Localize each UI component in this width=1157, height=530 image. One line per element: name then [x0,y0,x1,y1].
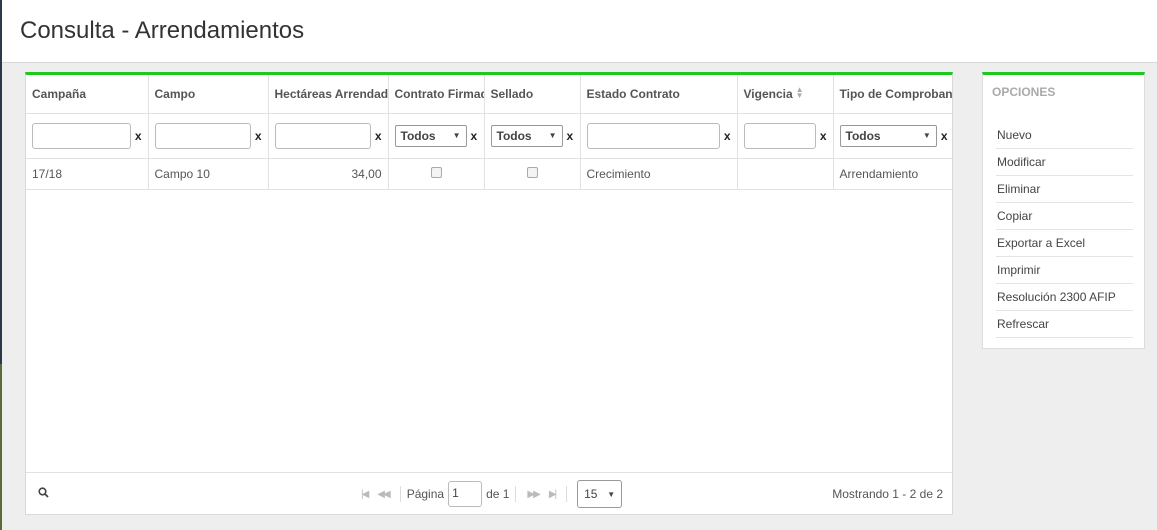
data-grid: Campaña Campo Hectáreas Arrendadas Contr… [25,72,953,515]
col-header-sellado[interactable]: Sellado [484,75,581,114]
col-header-label: Tipo de Comprobante [839,86,953,101]
clear-filter-button[interactable]: x [820,129,827,143]
col-header-label: Vigencia [743,86,793,101]
col-header-campania[interactable]: Campaña [26,75,149,114]
chevron-down-icon: ▼ [607,489,616,499]
col-header-tipo-comprobante[interactable]: Tipo de Comprobante [833,75,953,114]
search-icon[interactable] [38,487,49,501]
cell-vigencia [737,158,834,190]
first-page-icon[interactable]: |◀ [361,489,369,500]
cell-sellado [484,158,581,190]
prev-page-icon[interactable]: ◀◀ [377,489,390,500]
filter-sellado-select[interactable]: Todos ▼ [490,124,563,147]
sort-icon: ▲ ▼ [795,84,804,100]
last-page-icon[interactable]: ▶| [549,489,557,500]
table-row[interactable]: 17/18 Campo 10 34,00 Crecimiento Arrenda… [26,158,952,190]
clear-filter-button[interactable]: x [135,129,142,143]
chevron-down-icon: ▼ [452,131,461,140]
cell-hectareas: 34,00 [268,158,389,190]
col-header-label: Hectáreas Arrendadas [274,86,388,101]
option-exportar-excel[interactable]: Exportar a Excel [996,231,1133,257]
option-refrescar[interactable]: Refrescar [996,312,1133,338]
page-size-select[interactable]: 15 ▼ [577,480,623,508]
option-nuevo[interactable]: Nuevo [996,123,1133,149]
page-number-input[interactable]: 1 [448,481,483,507]
options-list: Nuevo Modificar Eliminar Copiar Exportar… [996,123,1133,339]
option-imprimir[interactable]: Imprimir [996,258,1133,284]
cell-estado: Crecimiento [580,158,738,190]
filter-tipo-comprobante-select[interactable]: Todos ▼ [839,124,937,147]
cell-campo: Campo 10 [148,158,269,190]
filter-contrato-firmado-select[interactable]: Todos ▼ [394,124,467,147]
cell-campania: 17/18 [26,158,149,190]
chevron-down-icon: ▼ [922,131,931,140]
page-label: Página [406,487,445,501]
option-resolucion-afip[interactable]: Resolución 2300 AFIP [996,285,1133,311]
col-header-estado[interactable]: Estado Contrato [580,75,738,114]
col-header-label: Contrato Firmado [394,86,484,101]
header-row: Campaña Campo Hectáreas Arrendadas Contr… [26,75,953,114]
cell-contrato-firmado [388,158,485,190]
pager: |◀ ◀◀ Página 1 de 1 ▶▶ ▶| 15 ▼ [356,480,623,508]
checkbox[interactable] [526,166,538,178]
chevron-down-icon: ▼ [548,131,557,140]
checkbox[interactable] [430,166,442,178]
filter-campania-input[interactable] [32,122,131,149]
filter-row: x x x Todos ▼ x Todos ▼ x x x Todos ▼ x [26,113,952,159]
clear-filter-button[interactable]: x [567,129,574,143]
col-header-label: Campo [154,86,196,101]
col-header-campo[interactable]: Campo [148,75,269,114]
option-modificar[interactable]: Modificar [996,150,1133,176]
select-value: 15 [584,487,598,501]
clear-filter-button[interactable]: x [941,129,948,143]
clear-filter-button[interactable]: x [375,129,382,143]
select-value: Todos [845,128,881,143]
filter-vigencia-input[interactable] [743,122,816,149]
col-header-contrato-firmado[interactable]: Contrato Firmado [388,75,485,114]
option-eliminar[interactable]: Eliminar [996,177,1133,203]
col-header-label: Estado Contrato [586,86,680,101]
clear-filter-button[interactable]: x [471,129,478,143]
grid-body[interactable]: Campaña Campo Hectáreas Arrendadas Contr… [26,75,952,473]
col-header-label: Sellado [490,86,534,101]
pager-divider [515,486,517,502]
page-header: Consulta - Arrendamientos [2,0,1157,63]
options-panel: OPCIONES Nuevo Modificar Eliminar Copiar… [982,72,1145,349]
options-title: OPCIONES [992,85,1056,99]
page-count-label: de 1 [486,487,510,501]
select-value: Todos [400,128,436,143]
col-header-vigencia[interactable]: Vigencia ▲ ▼ [737,75,834,114]
col-header-hectareas[interactable]: Hectáreas Arrendadas [268,75,389,114]
grid-footer: |◀ ◀◀ Página 1 de 1 ▶▶ ▶| 15 ▼ Mostrando … [26,472,952,514]
page-title: Consulta - Arrendamientos [20,17,305,44]
pager-divider [566,486,568,502]
cell-tipo: Arrendamiento [833,158,952,190]
clear-filter-button[interactable]: x [724,129,731,143]
clear-filter-button[interactable]: x [255,129,262,143]
record-count: Mostrando 1 - 2 de 2 [832,487,943,501]
select-value: Todos [496,128,532,143]
filter-estado-input[interactable] [586,122,720,149]
pager-divider [399,486,401,502]
next-page-icon[interactable]: ▶▶ [527,489,540,500]
col-header-label: Campaña [32,86,87,101]
filter-hectareas-input[interactable] [274,122,371,149]
filter-campo-input[interactable] [154,122,251,149]
option-copiar[interactable]: Copiar [996,204,1133,230]
left-edge-bar-lower [0,364,2,530]
grid-table: Campaña Campo Hectáreas Arrendadas Contr… [26,75,952,190]
